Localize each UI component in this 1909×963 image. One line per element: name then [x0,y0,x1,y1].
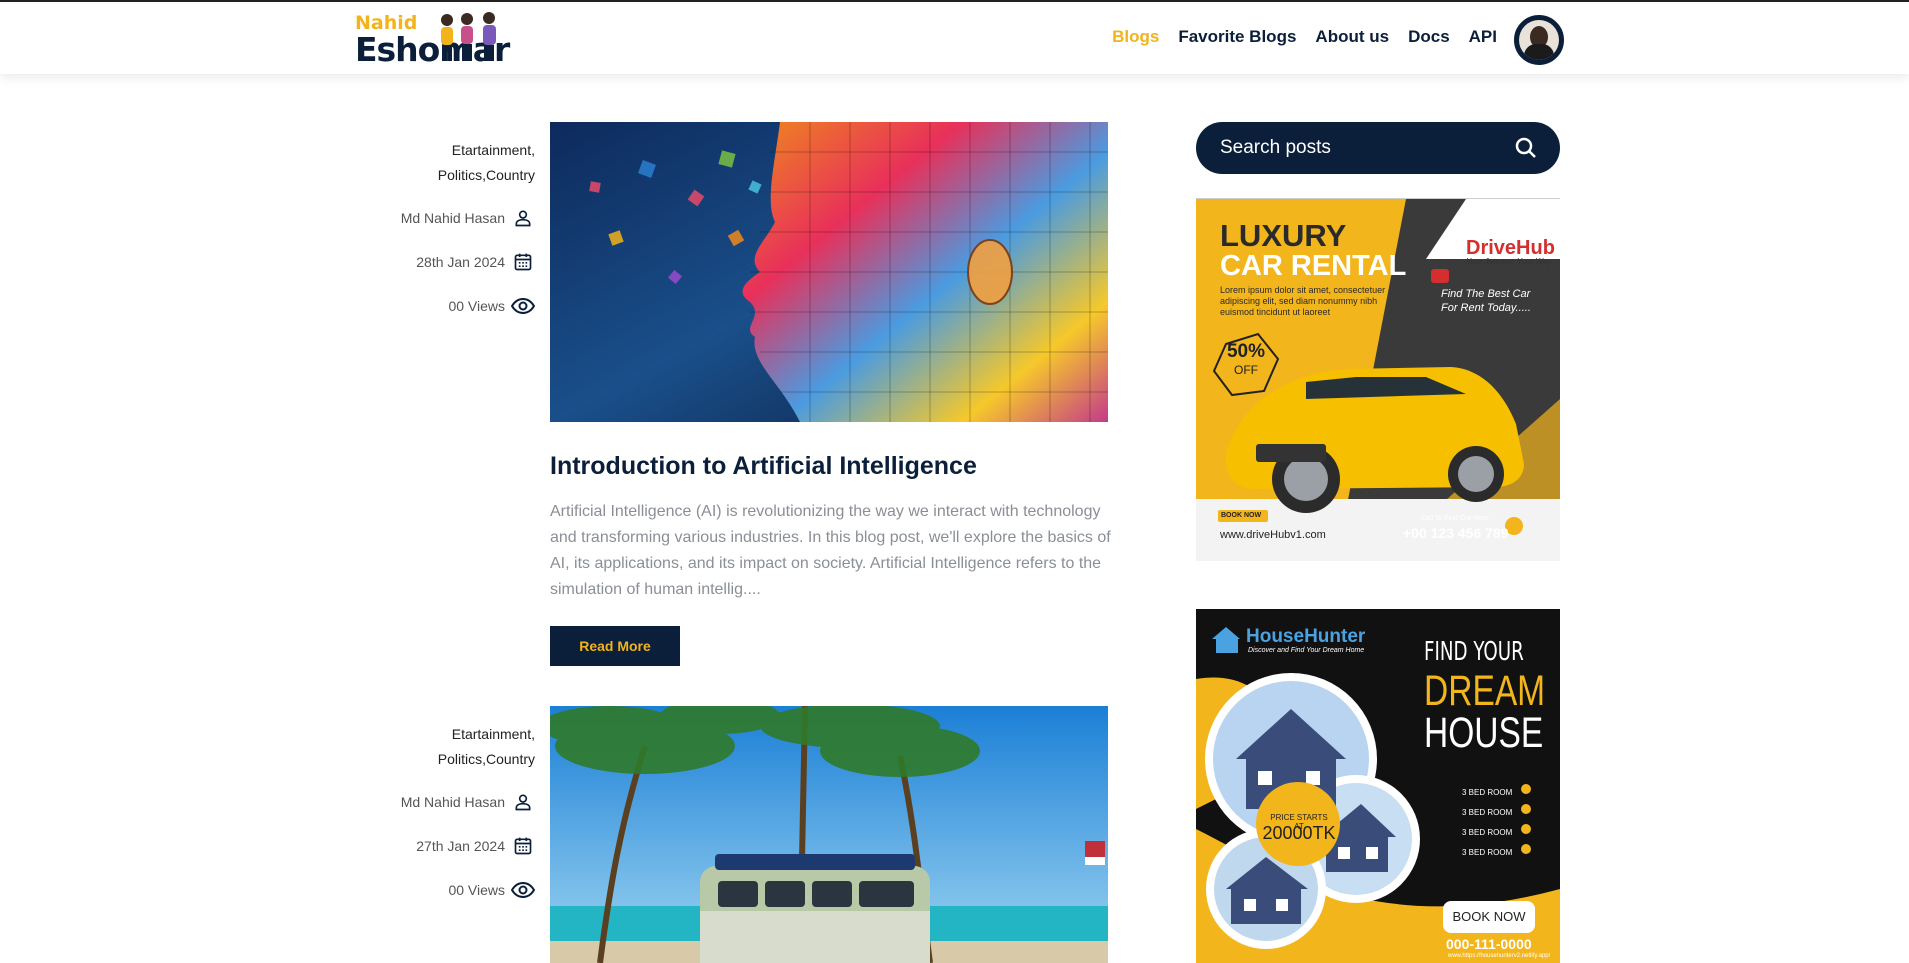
nav-api[interactable]: API [1469,27,1497,47]
user-icon [511,206,535,230]
ad-side-text: Find The Best Car For Rent Today..... [1441,288,1531,314]
nav-docs[interactable]: Docs [1408,27,1450,47]
ad-tagline: Your Journey, Your Way [1466,257,1552,266]
ad-book-button: BOOK NOW [1452,909,1526,924]
nav-blogs[interactable]: Blogs [1112,27,1159,47]
logo-figures-icon [441,12,496,61]
post-date: 28th Jan 2024 [355,250,535,274]
house-hunter-ad[interactable]: HouseHunter Discover and Find Your Dream… [1196,609,1560,963]
ad-discount-off: OFF [1234,363,1258,377]
calendar-icon [511,250,535,274]
post-categories: Etartainment, Politics,Country [437,726,535,767]
search-input[interactable] [1220,137,1500,159]
ad-headline: FIND YOUR [1424,637,1524,667]
calendar-icon [511,834,535,858]
ad-phone: +00 123 456 789 [1403,525,1509,541]
post-excerpt: Artificial Intelligence (AI) is revoluti… [550,503,1111,598]
post-meta: Etartainment, Politics,Country Md Nahid … [355,722,535,902]
search-icon[interactable] [1514,136,1538,160]
site-header: Nahid Eshomar Blogs Favorite Blogs About… [0,2,1909,74]
ad-room-list: 3 BED ROOM 3 BED ROOM 3 BED ROOM 3 BED R… [1462,788,1513,857]
beach-van-image [550,706,1108,963]
ad-headline: HOUSE [1424,709,1544,757]
eye-icon [511,878,535,902]
ad-brand: HouseHunter [1246,626,1366,647]
ad-url: www.https://househunterv2.netlify.app/ [1448,953,1551,959]
post-author: Md Nahid Hasan [355,790,535,814]
post-author: Md Nahid Hasan [355,206,535,230]
search-bar [1196,122,1560,174]
nav-favorite-blogs[interactable]: Favorite Blogs [1178,27,1296,47]
post-date: 27th Jan 2024 [355,834,535,858]
read-more-button[interactable]: Read More [550,626,680,666]
ad-call-label: Call To Find Out More [1421,515,1489,522]
post-image[interactable] [550,122,1108,422]
main-nav: Blogs Favorite Blogs About us Docs API [1093,27,1497,47]
eye-icon [511,294,535,318]
nav-about-us[interactable]: About us [1315,27,1389,47]
user-icon [511,790,535,814]
ad-phone: 000-111-0000 [1446,936,1532,952]
ad-url: www.driveHubv1.com [1220,529,1326,541]
user-avatar[interactable] [1514,15,1564,65]
ad-body: Lorem ipsum dolor sit amet, consectetuer… [1220,285,1386,317]
post-views: 00 Views [355,878,535,902]
post-meta: Etartainment, Politics,Country Md Nahid … [355,138,535,318]
ad-tagline: Discover and Find Your Dream Home [1248,647,1365,654]
post-image[interactable] [550,706,1108,963]
ad-headline: CAR RENTAL [1220,250,1407,282]
post-categories: Etartainment, Politics,Country [437,142,535,183]
car-rental-ad[interactable]: LUXURY CAR RENTAL Lorem ipsum dolor sit … [1196,198,1560,561]
post-views: 00 Views [355,294,535,318]
ad-discount: 50% [1226,341,1266,362]
site-logo[interactable]: Nahid Eshomar [355,10,510,69]
post-title[interactable]: Introduction to Artificial Intelligence [550,452,977,481]
puzzle-face-image [550,122,1108,422]
ad-book-button: BOOK NOW [1221,512,1262,519]
ad-headline: LUXURY [1220,218,1347,253]
ad-price: 20000TK [1262,823,1336,843]
